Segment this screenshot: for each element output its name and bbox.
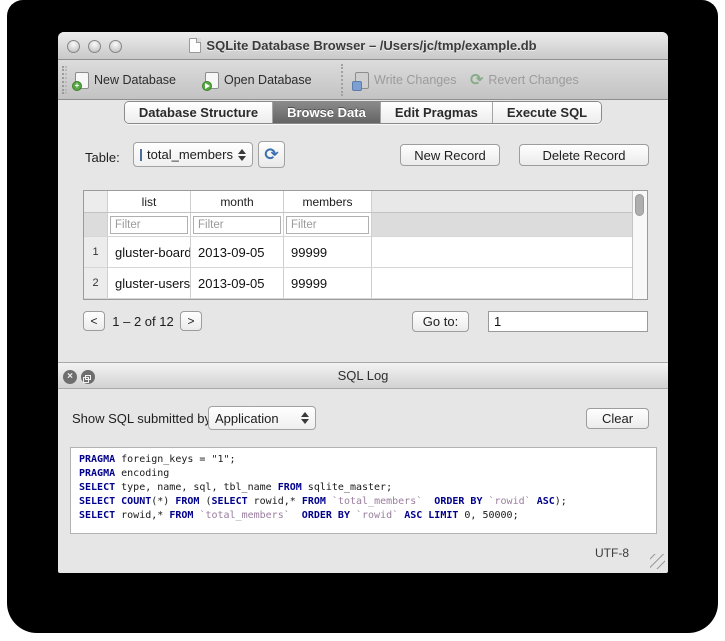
- row-number: 2: [84, 268, 108, 299]
- column-header-members[interactable]: members: [284, 191, 372, 213]
- tab-strip: Database Structure Browse Data Edit Prag…: [58, 101, 668, 124]
- goto-record-input[interactable]: [488, 311, 648, 332]
- tab-database-structure[interactable]: Database Structure: [125, 102, 273, 123]
- cell-members[interactable]: 99999: [284, 268, 372, 299]
- table-select-value: total_members: [147, 147, 233, 162]
- toolbar-gripper: [62, 66, 67, 94]
- open-database-label: Open Database: [224, 73, 312, 87]
- data-grid: list month members 1 gluster-board 2013-…: [83, 190, 648, 300]
- toolbar: + New Database Open Database Write Chang…: [58, 60, 668, 100]
- tab-edit-pragmas[interactable]: Edit Pragmas: [381, 102, 493, 123]
- delete-record-button[interactable]: Delete Record: [519, 144, 649, 166]
- table-label: Table:: [85, 150, 120, 165]
- window-title: SQLite Database Browser – /Users/jc/tmp/…: [206, 38, 536, 53]
- previous-page-button[interactable]: <: [83, 311, 105, 331]
- write-changes-button: Write Changes: [355, 60, 456, 100]
- open-database-icon: [205, 72, 219, 89]
- screenshot-stage: SQLite Database Browser – /Users/jc/tmp/…: [0, 0, 725, 641]
- row-filler: [372, 237, 632, 268]
- record-range-label: 1 – 2 of 12: [106, 314, 180, 329]
- scrollbar-thumb[interactable]: [635, 194, 644, 216]
- sql-source-value: Application: [215, 411, 279, 426]
- encoding-status: UTF-8: [595, 546, 629, 560]
- cell-list[interactable]: gluster-board: [108, 237, 191, 268]
- filter-gutter-cell: [84, 213, 108, 237]
- goto-button[interactable]: Go to:: [412, 311, 469, 332]
- write-changes-icon: [355, 72, 369, 89]
- app-window: SQLite Database Browser – /Users/jc/tmp/…: [58, 32, 668, 573]
- column-header-list[interactable]: list: [108, 191, 191, 213]
- refresh-icon: ⟳: [264, 146, 278, 163]
- filter-cell-members: [284, 213, 372, 237]
- cell-list[interactable]: gluster-users: [108, 268, 191, 299]
- cell-month[interactable]: 2013-09-05: [191, 268, 284, 299]
- new-database-button[interactable]: + New Database: [75, 60, 176, 100]
- sql-log-text[interactable]: PRAGMA foreign_keys = "1";PRAGMA encodin…: [70, 447, 657, 534]
- float-dock-icon[interactable]: [81, 370, 95, 384]
- close-window-button[interactable]: [67, 40, 80, 53]
- traffic-lights: [67, 40, 122, 53]
- title-bar[interactable]: SQLite Database Browser – /Users/jc/tmp/…: [58, 32, 668, 60]
- cell-members[interactable]: 99999: [284, 237, 372, 268]
- column-header-filler: [372, 191, 632, 213]
- row-number: 1: [84, 237, 108, 268]
- sql-log-header: × SQL Log: [58, 362, 668, 389]
- filter-input-list[interactable]: [110, 216, 188, 234]
- zoom-window-button[interactable]: [109, 40, 122, 53]
- table-select[interactable]: total_members: [133, 142, 253, 167]
- write-changes-label: Write Changes: [374, 73, 456, 87]
- revert-changes-button: ⟳ Revert Changes: [470, 60, 579, 100]
- cell-month[interactable]: 2013-09-05: [191, 237, 284, 268]
- grid-vertical-scrollbar[interactable]: [632, 191, 647, 299]
- sql-log-title: SQL Log: [338, 368, 389, 383]
- revert-changes-icon: ⟳: [470, 70, 483, 90]
- stepper-arrows-icon: [301, 412, 309, 424]
- table-icon: [140, 149, 142, 161]
- grid-corner-cell: [84, 191, 108, 213]
- refresh-table-button[interactable]: ⟳: [258, 141, 285, 168]
- minimize-window-button[interactable]: [88, 40, 101, 53]
- toolbar-separator: [341, 64, 343, 96]
- sql-source-select[interactable]: Application: [208, 406, 316, 430]
- column-header-month[interactable]: month: [191, 191, 284, 213]
- show-sql-label: Show SQL submitted by: [72, 411, 211, 426]
- stepper-arrows-icon: [238, 149, 246, 161]
- next-page-button[interactable]: >: [180, 311, 202, 331]
- row-filler: [372, 268, 632, 299]
- close-dock-icon[interactable]: ×: [63, 370, 77, 384]
- filter-input-members[interactable]: [286, 216, 369, 234]
- filter-input-month[interactable]: [193, 216, 281, 234]
- new-record-button[interactable]: New Record: [400, 144, 500, 166]
- filter-cell-list: [108, 213, 191, 237]
- clear-log-button[interactable]: Clear: [586, 408, 649, 429]
- tab-execute-sql[interactable]: Execute SQL: [493, 102, 601, 123]
- new-database-label: New Database: [94, 73, 176, 87]
- resize-grip[interactable]: [650, 554, 665, 569]
- revert-changes-label: Revert Changes: [488, 73, 578, 87]
- tab-browse-data[interactable]: Browse Data: [273, 102, 381, 123]
- open-database-button[interactable]: Open Database: [205, 60, 312, 100]
- filter-cell-month: [191, 213, 284, 237]
- document-proxy-icon: [189, 38, 201, 53]
- filter-filler-cell: [372, 213, 632, 237]
- new-database-icon: +: [75, 72, 89, 89]
